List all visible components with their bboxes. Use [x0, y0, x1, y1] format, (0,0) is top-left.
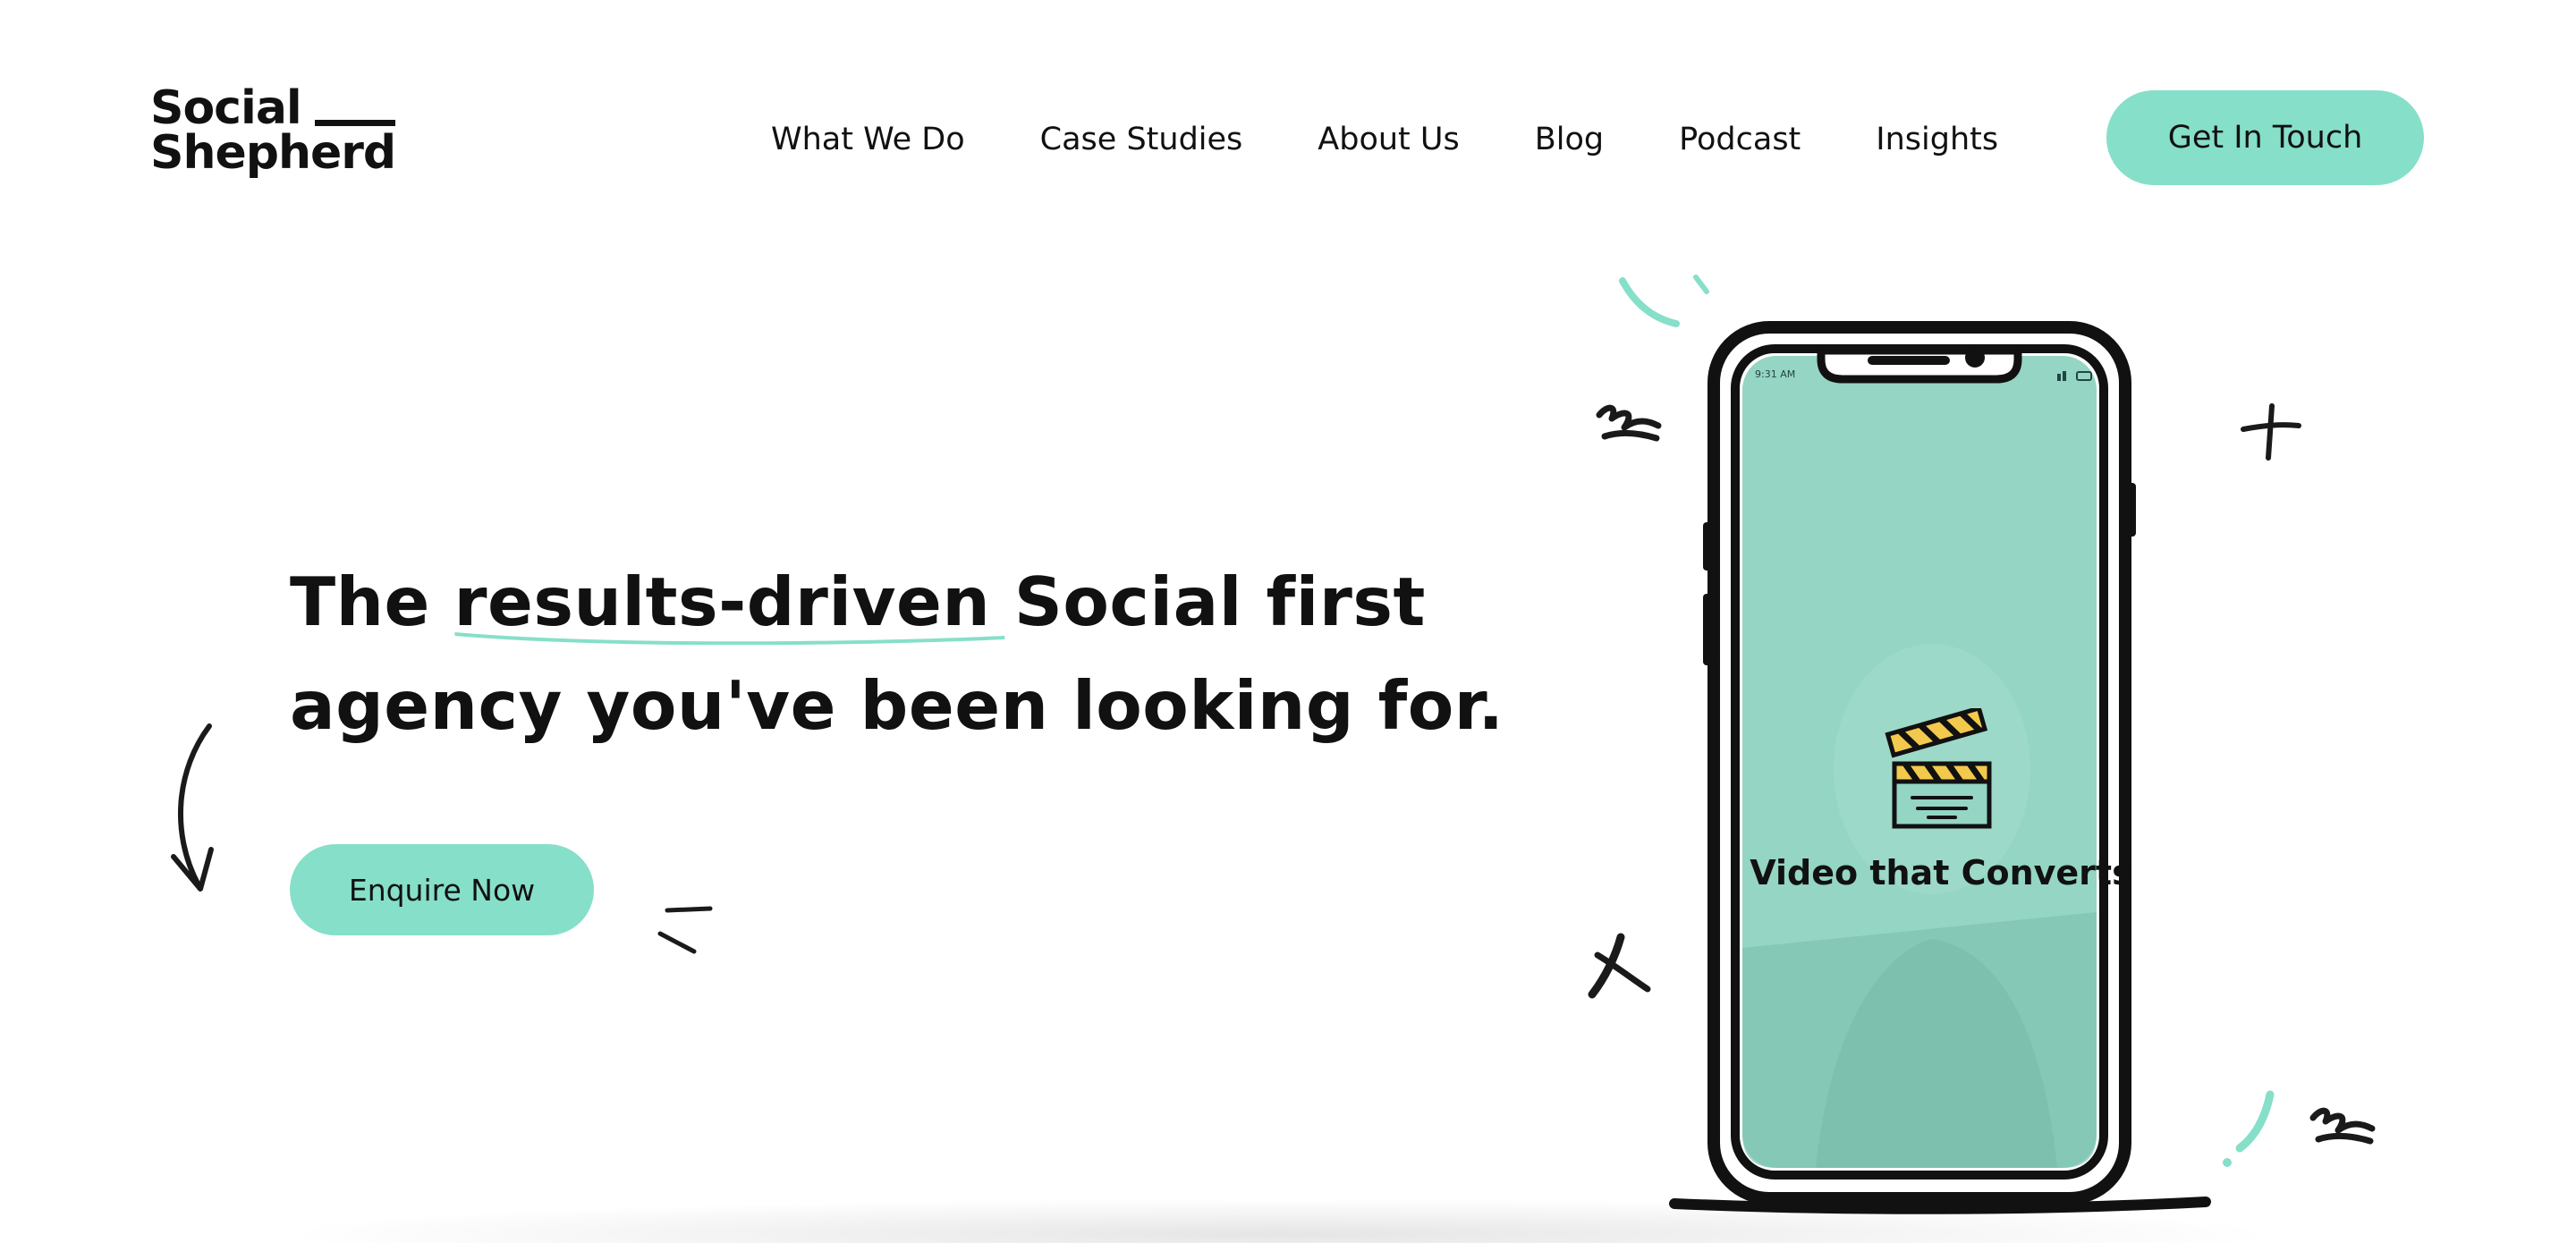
nav-item-what-we-do[interactable]: What We Do — [771, 122, 965, 157]
phone-status-time: 9:31 AM — [1755, 368, 1796, 380]
page: Social Shepherd What We Do Case Studies … — [0, 0, 2576, 1243]
bottom-shadow — [268, 1198, 2290, 1243]
enquire-now-button[interactable]: Enquire Now — [290, 844, 594, 935]
nav-item-blog[interactable]: Blog — [1535, 122, 1604, 157]
squiggle-small-icon — [2309, 1107, 2376, 1145]
brand-logo-dash — [315, 120, 395, 126]
hero-title-highlight: results-driven — [454, 550, 1004, 654]
phone-illustration: 9:31 AM Video that Converts — [1664, 268, 2218, 1243]
nav-item-about-us[interactable]: About Us — [1318, 122, 1459, 157]
hero-title-before: The — [290, 562, 454, 641]
phone-screen-caption: Video that Converts — [1750, 853, 2132, 892]
nav-item-podcast[interactable]: Podcast — [1679, 122, 1801, 157]
curved-arrow-icon — [171, 723, 214, 892]
nav-item-case-studies[interactable]: Case Studies — [1040, 122, 1243, 157]
highlight-underline-swash — [453, 632, 1004, 645]
x-mark-icon — [1588, 933, 1651, 999]
hero-title-after: Social first — [990, 562, 1426, 641]
plus-sparkle-icon — [2241, 403, 2301, 461]
dash-doodle-icon — [657, 906, 713, 954]
hero-title-line2: agency you've been looking for. — [290, 666, 1504, 745]
get-in-touch-button[interactable]: Get In Touch — [2106, 90, 2424, 185]
clapperboard-icon — [1885, 708, 1992, 829]
teal-stroke-icon — [2223, 1090, 2275, 1167]
hero-title: The results-driven Social first agency yo… — [290, 550, 1542, 757]
brand-logo-line2: Shepherd — [150, 126, 396, 180]
brand-logo[interactable]: Social Shepherd — [150, 85, 410, 184]
nav-item-insights[interactable]: Insights — [1876, 122, 1998, 157]
squiggle-icon — [1596, 404, 1662, 442]
main-nav: What We Do Case Studies About Us Blog Po… — [771, 114, 1998, 165]
